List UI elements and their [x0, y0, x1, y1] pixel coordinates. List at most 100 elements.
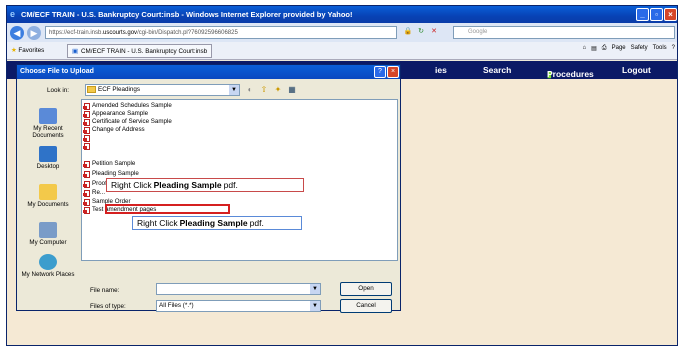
favorites-button[interactable]: ★ Favorites [11, 47, 44, 54]
lock-icon[interactable]: 🔒 [403, 27, 413, 37]
open-button[interactable]: Open [340, 282, 392, 296]
command-bar: ⌂ ▤ ⎙ Page Safety Tools ? [583, 45, 676, 52]
list-item[interactable]: Amended Schedules Sample [83, 102, 172, 110]
list-item[interactable] [83, 142, 92, 150]
star-icon: ★ [11, 47, 17, 54]
menu-item-utilities[interactable]: ies [435, 65, 447, 75]
url-prefix: https://ecf-train.insb. [49, 29, 104, 36]
favorites-bar: ★ Favorites ▣ CM/ECF TRAIN - U.S. Bankru… [7, 42, 677, 60]
maximize-button[interactable]: ▫ [650, 8, 663, 21]
list-item[interactable]: Certificate of Service Sample [83, 118, 172, 126]
list-item[interactable]: Appearance Sample [83, 110, 148, 118]
files-of-type-label: Files of type: [90, 303, 126, 310]
browser-tab[interactable]: ▣ CM/ECF TRAIN - U.S. Bankruptcy Court:i… [67, 44, 213, 58]
new-folder-icon[interactable]: ✦ [273, 85, 283, 95]
stop-icon[interactable]: ✕ [429, 27, 439, 37]
minimize-button[interactable]: _ [636, 8, 649, 21]
up-folder-icon[interactable]: ⇧ [259, 85, 269, 95]
list-item[interactable]: Change of Address [83, 126, 145, 134]
url-path: /cgi-bin/Dispatch.pl?76092596606825 [137, 29, 238, 36]
pdf-icon [83, 160, 90, 168]
menu-item-logout[interactable]: Logout [622, 65, 651, 75]
folder-icon [87, 86, 96, 93]
address-toolbar: ◀ ▶ https://ecf-train.insb. uscourts.gov /… [7, 23, 677, 42]
chevron-down-icon[interactable]: ▼ [310, 284, 320, 294]
view-menu-icon[interactable]: ▦ [287, 85, 297, 95]
chevron-down-icon: ▼ [310, 301, 320, 311]
pdf-icon [83, 102, 90, 110]
dialog-controls: ? × [374, 66, 399, 78]
my-computer-icon [39, 222, 57, 238]
help-button[interactable]: ? [374, 66, 386, 78]
desktop-icon [39, 146, 57, 162]
list-item-selected[interactable]: Pleading Sample [83, 170, 139, 178]
favorites-label: Favorites [18, 47, 45, 54]
place-label: My Network Places [21, 271, 75, 278]
cancel-button[interactable]: Cancel [340, 299, 392, 313]
list-item[interactable]: Petition Sample [83, 160, 135, 168]
dialog-close-button[interactable]: × [387, 66, 399, 78]
my-documents-icon [39, 184, 57, 200]
network-places-icon [39, 254, 57, 270]
recent-documents-icon [39, 108, 57, 124]
place-label: My Documents [27, 201, 69, 208]
browser-window: e CM/ECF TRAIN - U.S. Bankruptcy Court:i… [6, 5, 678, 346]
pdf-icon [83, 142, 90, 150]
place-label: My Computer [29, 239, 67, 246]
list-item[interactable]: Re... [83, 189, 105, 197]
look-in-select[interactable]: ECF Pleadings ▼ [85, 84, 240, 96]
back-icon[interactable]: ◀ [10, 25, 24, 40]
place-documents[interactable]: My Documents [19, 184, 77, 208]
page-icon: ▣ [72, 47, 78, 55]
address-buttons: 🔒 ↻ ✕ [403, 27, 439, 37]
file-list[interactable]: Amended Schedules Sample Appearance Samp… [81, 99, 398, 261]
place-recent[interactable]: My Recent Documents [19, 108, 77, 139]
instruction-callout: Right Click Pleading Sample pdf. [106, 178, 304, 192]
feeds-icon[interactable]: ▤ [591, 45, 597, 52]
search-input[interactable]: Google [453, 26, 675, 39]
procedures-label: Procedures [547, 69, 594, 79]
window-controls: _ ▫ × [636, 8, 677, 21]
place-label: My Recent Documents [32, 125, 64, 139]
refresh-icon[interactable]: ↻ [416, 27, 426, 37]
pdf-icon [83, 118, 90, 126]
page-menu[interactable]: Page [612, 45, 626, 52]
help-icon[interactable]: ? [672, 45, 675, 52]
pdf-icon [83, 198, 90, 206]
safety-menu[interactable]: Safety [631, 45, 648, 52]
pdf-icon [83, 126, 90, 134]
url-host: uscourts.gov [103, 29, 138, 36]
pdf-icon [83, 189, 90, 197]
place-label: Desktop [36, 163, 60, 170]
place-computer[interactable]: My Computer [19, 222, 77, 246]
file-name-field[interactable]: ▼ [156, 283, 321, 295]
tools-menu[interactable]: Tools [653, 45, 667, 52]
list-item[interactable] [83, 134, 92, 142]
files-of-type-select[interactable]: All Files (*.*) ▼ [156, 300, 321, 312]
print-icon[interactable]: ⎙ [602, 45, 607, 52]
ie-logo-icon: e [10, 9, 16, 19]
forward-icon[interactable]: ▶ [27, 25, 41, 40]
home-icon[interactable]: ⌂ [583, 45, 587, 52]
back-folder-icon[interactable]: ◐ [245, 85, 255, 95]
selection-highlight [105, 204, 230, 214]
window-title-bar: e CM/ECF TRAIN - U.S. Bankruptcy Court:i… [7, 6, 677, 23]
tab-label: CM/ECF TRAIN - U.S. Bankruptcy Court:ins… [80, 47, 208, 55]
files-of-type-value: All Files (*.*) [159, 302, 194, 309]
look-in-label: Look in: [47, 87, 70, 94]
place-desktop[interactable]: Desktop [19, 146, 77, 170]
pdf-icon [83, 110, 90, 118]
chevron-down-icon: ▼ [229, 85, 239, 95]
pdf-icon [83, 206, 90, 214]
address-field[interactable]: https://ecf-train.insb. uscourts.gov/cgi-… [45, 26, 397, 39]
dialog-toolbar: ◐ ⇧ ✦ ▦ [245, 85, 297, 95]
instruction-callout: Right Click Pleading Sample pdf. [132, 216, 302, 230]
menu-item-search[interactable]: Search [483, 65, 511, 75]
place-network[interactable]: My Network Places [19, 254, 77, 278]
window-title: CM/ECF TRAIN - U.S. Bankruptcy Court:ins… [21, 10, 353, 19]
pdf-icon [83, 170, 90, 178]
file-name-label: File name: [90, 287, 120, 294]
close-button[interactable]: × [664, 8, 677, 21]
pdf-icon [83, 180, 90, 188]
dialog-title: Choose File to Upload [17, 65, 400, 79]
